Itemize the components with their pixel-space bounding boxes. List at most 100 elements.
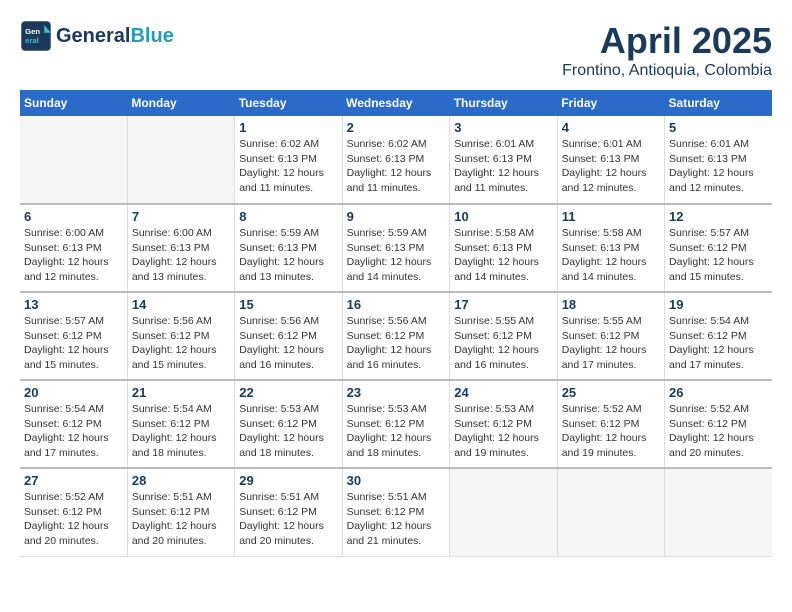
day-number: 5 [669,120,768,135]
day-detail: Sunrise: 6:02 AM Sunset: 6:13 PM Dayligh… [239,137,337,196]
calendar-cell: 2 Sunrise: 6:02 AM Sunset: 6:13 PM Daylig… [342,116,450,204]
calendar-week-row: 6 Sunrise: 6:00 AM Sunset: 6:13 PM Daylig… [20,204,772,292]
logo-icon: Gen eral [20,20,52,52]
calendar-week-row: 20 Sunrise: 5:54 AM Sunset: 6:12 PM Dayli… [20,380,772,468]
day-number: 19 [669,297,768,312]
day-number: 2 [347,120,446,135]
day-number: 8 [239,209,337,224]
svg-text:Gen: Gen [25,27,40,36]
col-friday: Friday [557,90,664,116]
day-number: 14 [132,297,230,312]
calendar-cell: 11 Sunrise: 5:58 AM Sunset: 6:13 PM Dayli… [557,204,664,292]
logo: Gen eral GeneralBlue [20,20,174,52]
day-number: 25 [562,385,660,400]
page-header: Gen eral GeneralBlue April 2025 Frontino… [20,20,772,80]
calendar-header-row: Sunday Monday Tuesday Wednesday Thursday… [20,90,772,116]
day-number: 21 [132,385,230,400]
day-detail: Sunrise: 5:53 AM Sunset: 6:12 PM Dayligh… [454,402,552,461]
calendar-cell: 6 Sunrise: 6:00 AM Sunset: 6:13 PM Daylig… [20,204,127,292]
col-saturday: Saturday [665,90,772,116]
col-thursday: Thursday [450,90,557,116]
calendar-cell: 26 Sunrise: 5:52 AM Sunset: 6:12 PM Dayli… [665,380,772,468]
calendar-cell: 25 Sunrise: 5:52 AM Sunset: 6:12 PM Dayli… [557,380,664,468]
day-number: 22 [239,385,337,400]
day-number: 26 [669,385,768,400]
day-detail: Sunrise: 5:54 AM Sunset: 6:12 PM Dayligh… [669,314,768,373]
svg-text:eral: eral [25,36,39,45]
calendar-cell: 24 Sunrise: 5:53 AM Sunset: 6:12 PM Dayli… [450,380,557,468]
day-number: 1 [239,120,337,135]
col-tuesday: Tuesday [235,90,342,116]
day-detail: Sunrise: 5:51 AM Sunset: 6:12 PM Dayligh… [347,490,446,549]
calendar-cell: 1 Sunrise: 6:02 AM Sunset: 6:13 PM Daylig… [235,116,342,204]
day-number: 4 [562,120,660,135]
day-number: 6 [24,209,123,224]
day-detail: Sunrise: 6:01 AM Sunset: 6:13 PM Dayligh… [562,137,660,196]
day-number: 30 [347,473,446,488]
day-detail: Sunrise: 5:52 AM Sunset: 6:12 PM Dayligh… [24,490,123,549]
day-number: 12 [669,209,768,224]
col-sunday: Sunday [20,90,127,116]
calendar-cell: 14 Sunrise: 5:56 AM Sunset: 6:12 PM Dayli… [127,292,234,380]
day-detail: Sunrise: 5:52 AM Sunset: 6:12 PM Dayligh… [562,402,660,461]
title-area: April 2025 Frontino, Antioquia, Colombia [562,20,772,80]
day-number: 15 [239,297,337,312]
day-number: 9 [347,209,446,224]
calendar-cell: 28Sunrise: 5:51 AM Sunset: 6:12 PM Dayli… [127,468,234,556]
day-number: 29 [239,473,337,488]
day-number: 20 [24,385,123,400]
calendar-cell [127,116,234,204]
calendar-week-row: 27 Sunrise: 5:52 AM Sunset: 6:12 PM Dayli… [20,468,772,556]
day-number: 28 [132,473,230,488]
day-number: 18 [562,297,660,312]
calendar-cell: 3 Sunrise: 6:01 AM Sunset: 6:13 PM Daylig… [450,116,557,204]
day-detail: Sunrise: 5:55 AM Sunset: 6:12 PM Dayligh… [454,314,552,373]
calendar-week-row: 13 Sunrise: 5:57 AM Sunset: 6:12 PM Dayli… [20,292,772,380]
day-detail: Sunrise: 6:01 AM Sunset: 6:13 PM Dayligh… [669,137,768,196]
day-number: 3 [454,120,552,135]
calendar-cell: 7 Sunrise: 6:00 AM Sunset: 6:13 PM Daylig… [127,204,234,292]
calendar-cell [20,116,127,204]
day-number: 23 [347,385,446,400]
day-detail: Sunrise: 5:57 AM Sunset: 6:12 PM Dayligh… [24,314,123,373]
day-number: 13 [24,297,123,312]
calendar-week-row: 1 Sunrise: 6:02 AM Sunset: 6:13 PM Daylig… [20,116,772,204]
main-title: April 2025 [562,20,772,62]
day-detail: Sunrise: 5:57 AM Sunset: 6:12 PM Dayligh… [669,226,768,285]
calendar-cell: 18 Sunrise: 5:55 AM Sunset: 6:12 PM Dayli… [557,292,664,380]
day-detail: Sunrise: 5:56 AM Sunset: 6:12 PM Dayligh… [239,314,337,373]
day-detail: Sunrise: 5:52 AM Sunset: 6:12 PM Dayligh… [669,402,768,461]
day-detail: Sunrise: 5:58 AM Sunset: 6:13 PM Dayligh… [562,226,660,285]
day-detail: Sunrise: 5:56 AM Sunset: 6:12 PM Dayligh… [132,314,230,373]
day-number: 7 [132,209,230,224]
calendar-cell: 9 Sunrise: 5:59 AM Sunset: 6:13 PM Daylig… [342,204,450,292]
calendar-cell: 4 Sunrise: 6:01 AM Sunset: 6:13 PM Daylig… [557,116,664,204]
day-detail: Sunrise: 5:59 AM Sunset: 6:13 PM Dayligh… [347,226,446,285]
calendar-cell: 17Sunrise: 5:55 AM Sunset: 6:12 PM Dayli… [450,292,557,380]
calendar-cell [665,468,772,556]
calendar-cell: 23Sunrise: 5:53 AM Sunset: 6:12 PM Dayli… [342,380,450,468]
calendar-cell: 27 Sunrise: 5:52 AM Sunset: 6:12 PM Dayli… [20,468,127,556]
day-number: 24 [454,385,552,400]
calendar-cell: 19 Sunrise: 5:54 AM Sunset: 6:12 PM Dayli… [665,292,772,380]
calendar-cell: 20 Sunrise: 5:54 AM Sunset: 6:12 PM Dayli… [20,380,127,468]
day-detail: Sunrise: 6:02 AM Sunset: 6:13 PM Dayligh… [347,137,446,196]
logo-text-general: General [56,25,130,47]
day-detail: Sunrise: 5:54 AM Sunset: 6:12 PM Dayligh… [24,402,123,461]
calendar-cell: 10Sunrise: 5:58 AM Sunset: 6:13 PM Dayli… [450,204,557,292]
calendar-cell: 8Sunrise: 5:59 AM Sunset: 6:13 PM Daylig… [235,204,342,292]
day-detail: Sunrise: 6:00 AM Sunset: 6:13 PM Dayligh… [24,226,123,285]
calendar-cell: 5 Sunrise: 6:01 AM Sunset: 6:13 PM Daylig… [665,116,772,204]
day-detail: Sunrise: 5:55 AM Sunset: 6:12 PM Dayligh… [562,314,660,373]
calendar-cell: 29Sunrise: 5:51 AM Sunset: 6:12 PM Dayli… [235,468,342,556]
subtitle: Frontino, Antioquia, Colombia [562,62,772,80]
day-detail: Sunrise: 5:54 AM Sunset: 6:12 PM Dayligh… [132,402,230,461]
calendar-cell: 13 Sunrise: 5:57 AM Sunset: 6:12 PM Dayli… [20,292,127,380]
day-detail: Sunrise: 5:56 AM Sunset: 6:12 PM Dayligh… [347,314,446,373]
day-detail: Sunrise: 6:01 AM Sunset: 6:13 PM Dayligh… [454,137,552,196]
day-number: 27 [24,473,123,488]
day-number: 11 [562,209,660,224]
col-monday: Monday [127,90,234,116]
calendar-cell: 21 Sunrise: 5:54 AM Sunset: 6:12 PM Dayli… [127,380,234,468]
day-detail: Sunrise: 6:00 AM Sunset: 6:13 PM Dayligh… [132,226,230,285]
